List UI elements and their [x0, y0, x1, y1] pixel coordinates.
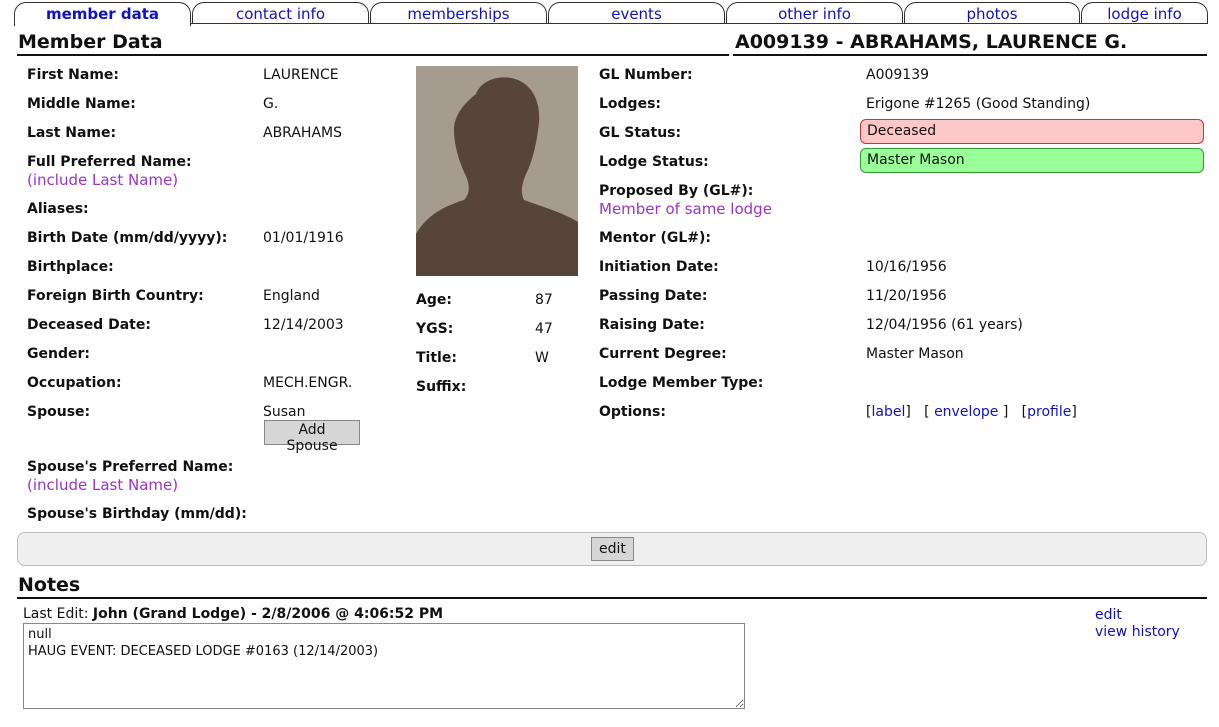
- current-degree-label: Current Degree:: [599, 346, 727, 362]
- occupation-label: Occupation:: [27, 375, 122, 391]
- lodge-member-type-label: Lodge Member Type:: [599, 375, 764, 391]
- suffix-label: Suffix:: [416, 379, 467, 395]
- middle-name-value: G.: [263, 96, 279, 112]
- proposed-by-hint: Member of same lodge: [599, 200, 772, 218]
- age-label: Age:: [416, 292, 452, 308]
- initiation-date-label: Initiation Date:: [599, 259, 719, 275]
- tab-other-info[interactable]: other info: [726, 2, 903, 24]
- first-name-value: LAURENCE: [263, 67, 339, 83]
- gl-status-label: GL Status:: [599, 125, 682, 141]
- add-spouse-button[interactable]: Add Spouse: [264, 420, 360, 454]
- section-rule: [17, 54, 729, 56]
- options-label: Options:: [599, 404, 666, 420]
- passing-date-label: Passing Date:: [599, 288, 708, 304]
- occupation-value: MECH.ENGR.: [263, 375, 353, 391]
- lodges-value: Erigone #1265 (Good Standing): [866, 96, 1091, 112]
- title-label: Title:: [416, 350, 457, 366]
- edit-button[interactable]: edit: [591, 537, 634, 561]
- ygs-label: YGS:: [416, 321, 454, 337]
- member-photo-placeholder: [416, 66, 578, 276]
- label-link[interactable]: label: [871, 404, 905, 420]
- notes-line: HAUG EVENT: DECEASED LODGE #0163 (12/14/…: [28, 644, 379, 659]
- gender-label: Gender:: [27, 346, 90, 362]
- full-preferred-name-label: Full Preferred Name:: [27, 154, 192, 170]
- tab-contact-info[interactable]: contact info: [192, 2, 369, 24]
- gl-status-badge: Deceased: [860, 119, 1204, 144]
- tab-divider: [14, 23, 1208, 24]
- mentor-label: Mentor (GL#):: [599, 230, 712, 246]
- foreign-birth-country-value: England: [263, 288, 320, 304]
- last-name-value: ABRAHAMS: [263, 125, 342, 141]
- spouse-preferred-name-hint: (include Last Name): [27, 476, 179, 494]
- raising-date-label: Raising Date:: [599, 317, 705, 333]
- profile-link[interactable]: profile: [1027, 404, 1071, 420]
- options-links: [label] [ envelope ] [profile]: [866, 404, 1077, 420]
- spouse-label: Spouse:: [27, 404, 91, 420]
- deceased-date-value: 12/14/2003: [263, 317, 344, 333]
- lodge-status-badge: Master Mason: [860, 148, 1204, 173]
- lodges-label: Lodges:: [599, 96, 662, 112]
- gl-number-value: A009139: [866, 67, 930, 83]
- birthplace-label: Birthplace:: [27, 259, 114, 275]
- notes-line: null: [28, 627, 52, 642]
- foreign-birth-country-label: Foreign Birth Country:: [27, 288, 204, 304]
- deceased-date-label: Deceased Date:: [27, 317, 151, 333]
- view-history-link[interactable]: view history: [1095, 624, 1180, 640]
- passing-date-value: 11/20/1956: [866, 288, 947, 304]
- title-value: W: [535, 350, 549, 366]
- last-edit-value: John (Grand Lodge) - 2/8/2006 @ 4:06:52 …: [92, 606, 444, 622]
- notes-textarea[interactable]: null HAUG EVENT: DECEASED LODGE #0163 (1…: [23, 623, 745, 709]
- tab-events[interactable]: events: [548, 2, 725, 24]
- spouse-value: Susan: [263, 404, 306, 420]
- raising-date-value: 12/04/1956 (61 years): [866, 317, 1023, 333]
- birth-date-value: 01/01/1916: [263, 230, 344, 246]
- gl-number-label: GL Number:: [599, 67, 693, 83]
- middle-name-label: Middle Name:: [27, 96, 136, 112]
- section-title: Member Data: [18, 31, 163, 53]
- last-name-label: Last Name:: [27, 125, 117, 141]
- ygs-value: 47: [535, 321, 553, 337]
- tab-memberships[interactable]: memberships: [370, 2, 547, 24]
- spouse-birthday-label: Spouse's Birthday (mm/dd):: [27, 506, 247, 522]
- current-degree-value: Master Mason: [866, 346, 964, 362]
- last-edit-line: Last Edit: John (Grand Lodge) - 2/8/2006…: [23, 606, 443, 622]
- member-title-rule: [733, 54, 1207, 56]
- initiation-date-value: 10/16/1956: [866, 259, 947, 275]
- silhouette-icon: [416, 66, 578, 276]
- age-value: 87: [535, 292, 553, 308]
- notes-edit-link[interactable]: edit: [1095, 607, 1122, 623]
- tab-member-data[interactable]: member data: [14, 2, 191, 26]
- member-title: A009139 - ABRAHAMS, LAURENCE G.: [735, 31, 1128, 53]
- tab-bar: member data contact info memberships eve…: [14, 2, 1208, 26]
- envelope-link[interactable]: envelope: [934, 404, 998, 420]
- notes-rule: [17, 597, 1207, 599]
- tab-photos[interactable]: photos: [904, 2, 1080, 24]
- proposed-by-label: Proposed By (GL#):: [599, 183, 754, 199]
- last-edit-label: Last Edit:: [23, 606, 89, 622]
- aliases-label: Aliases:: [27, 201, 89, 217]
- notes-title: Notes: [18, 574, 81, 596]
- first-name-label: First Name:: [27, 67, 120, 83]
- tab-lodge-info[interactable]: lodge info: [1081, 2, 1208, 24]
- spouse-preferred-name-label: Spouse's Preferred Name:: [27, 459, 234, 475]
- full-preferred-name-hint: (include Last Name): [27, 171, 179, 189]
- birth-date-label: Birth Date (mm/dd/yyyy):: [27, 230, 228, 246]
- lodge-status-label: Lodge Status:: [599, 154, 709, 170]
